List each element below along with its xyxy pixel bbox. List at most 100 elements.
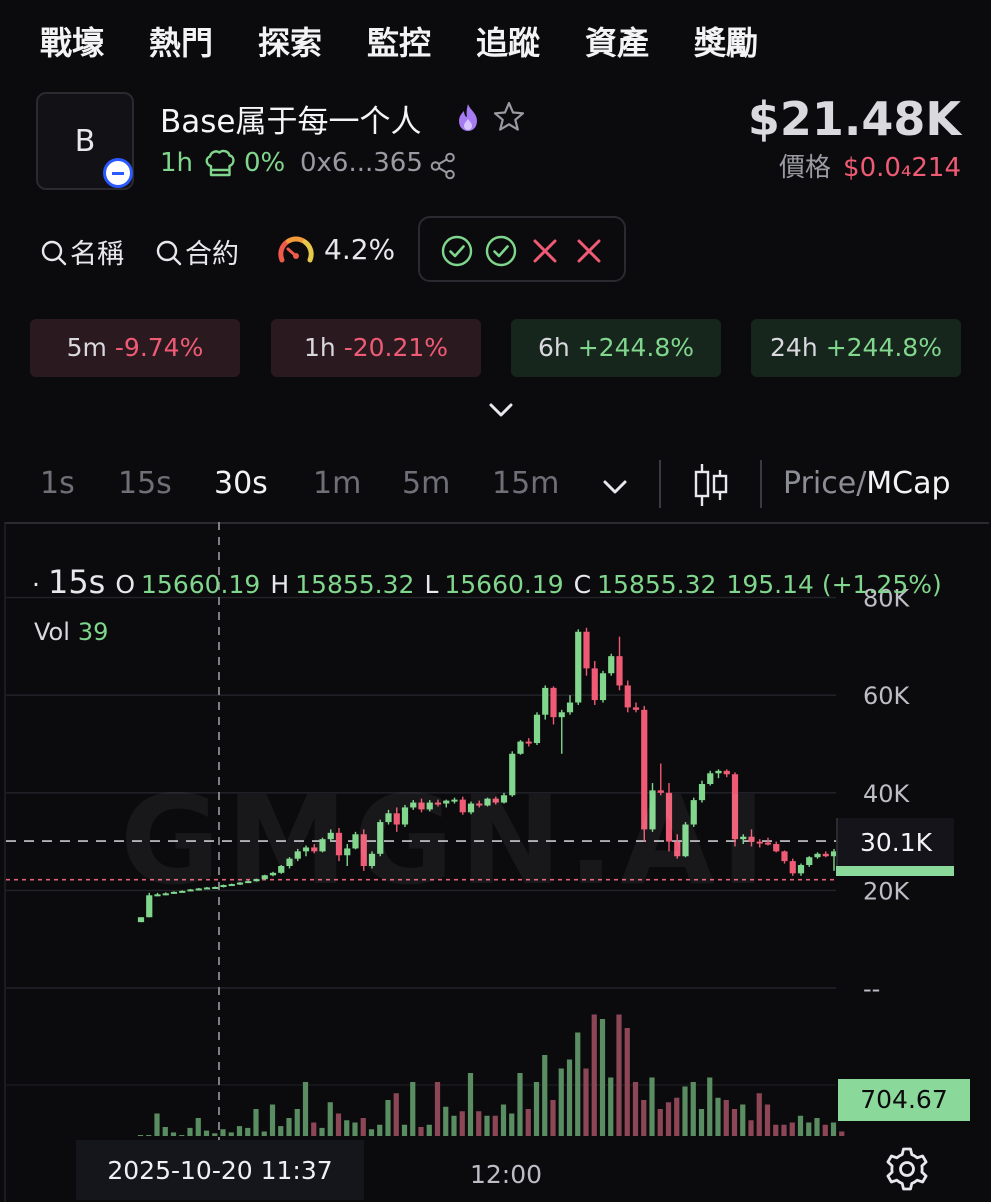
candle-body — [773, 844, 780, 852]
volume-bar — [550, 1100, 556, 1136]
volume-bar — [467, 1073, 474, 1136]
volume-bar — [797, 1115, 804, 1136]
volume-bar — [368, 1129, 375, 1136]
current-value-marker — [836, 866, 954, 876]
volume-label: Vol — [34, 618, 70, 646]
volume-bar — [146, 1135, 152, 1136]
volume-bar — [294, 1109, 300, 1136]
volume-bar — [236, 1126, 243, 1136]
candle-body — [789, 861, 796, 874]
candle-body — [822, 853, 829, 857]
volume-bar — [583, 1068, 589, 1136]
volume-bar — [195, 1118, 201, 1136]
volume-bar — [212, 1133, 218, 1136]
volume-bar — [525, 1109, 531, 1136]
candle-body — [806, 857, 813, 866]
volume-bar — [451, 1115, 457, 1136]
volume-bar — [410, 1082, 416, 1136]
volume-bar — [344, 1120, 350, 1136]
legend-l-label: L — [424, 570, 439, 599]
y-tick-label: 40K — [863, 780, 911, 808]
volume-bar — [814, 1118, 820, 1136]
volume-bar — [542, 1055, 548, 1136]
volume-bar — [839, 1131, 845, 1136]
volume-bar — [773, 1124, 779, 1136]
y-tick-label: 60K — [863, 682, 911, 710]
volume-bar — [162, 1127, 168, 1136]
volume-bar — [327, 1102, 333, 1136]
volume-bar — [393, 1093, 399, 1136]
volume-bar — [170, 1132, 177, 1136]
candle-body — [797, 865, 805, 874]
y-tick-label: -- — [863, 975, 880, 1003]
volume-bar — [517, 1073, 523, 1136]
legend-low: 15660.19 — [444, 570, 564, 599]
settings-gear-icon[interactable] — [884, 1146, 930, 1192]
candle-body — [583, 631, 590, 669]
volume-bar — [789, 1122, 795, 1136]
volume-bar — [665, 1102, 672, 1136]
legend-c-label: C — [573, 570, 592, 599]
volume-bar — [657, 1109, 663, 1136]
time-axis-label: 12:00 — [470, 1160, 543, 1189]
volume-tag: 704.67 — [838, 1079, 970, 1121]
volume-bar — [500, 1104, 507, 1136]
candle-body — [624, 685, 631, 708]
legend-close: 15855.32 — [597, 570, 717, 599]
y-tick-label: 20K — [863, 877, 911, 905]
current-value-tag: 30.1K — [836, 818, 954, 868]
volume-bar — [484, 1115, 490, 1136]
volume-bar — [385, 1100, 391, 1136]
candle-body — [533, 714, 541, 744]
candle-body — [599, 673, 607, 701]
volume-bar — [690, 1082, 696, 1136]
volume-bar — [459, 1111, 465, 1136]
candle-body — [591, 668, 598, 701]
volume-bar — [220, 1129, 226, 1136]
legend-high: 15855.32 — [295, 570, 415, 599]
volume-bar — [302, 1082, 309, 1136]
volume-bar — [624, 1028, 630, 1136]
candle-body — [608, 656, 615, 674]
volume-bar — [616, 1014, 622, 1136]
volume-bar — [632, 1082, 639, 1136]
candle-body — [566, 702, 574, 713]
volume-bar — [566, 1059, 573, 1136]
volume-bar — [781, 1124, 787, 1136]
candle-body — [632, 707, 640, 710]
volume-bar — [575, 1032, 581, 1136]
candle-body — [517, 741, 524, 754]
volume-bar — [137, 1135, 144, 1136]
volume-bar — [599, 1019, 606, 1136]
volume-bar — [187, 1127, 193, 1136]
volume-bar — [352, 1122, 358, 1136]
volume-bar — [335, 1113, 342, 1136]
candle-body — [781, 851, 788, 862]
volume-bar — [278, 1126, 284, 1136]
volume-bar — [426, 1124, 432, 1136]
volume-bar — [830, 1122, 837, 1136]
volume-bar — [401, 1124, 408, 1136]
volume-bar — [476, 1111, 482, 1136]
volume-bar — [641, 1100, 647, 1136]
volume-bar — [286, 1118, 292, 1136]
volume-bar — [269, 1104, 276, 1136]
volume-bar — [492, 1115, 498, 1136]
volume-bar — [608, 1077, 614, 1136]
volume-bar — [822, 1124, 828, 1136]
volume-bar — [748, 1120, 754, 1136]
volume-bar — [806, 1122, 812, 1136]
volume-bar — [228, 1132, 234, 1136]
crosshair-time-tag: 2025-10-20 11:37 — [76, 1140, 364, 1200]
volume-bar — [319, 1127, 325, 1136]
legend-open: 15660.19 — [141, 570, 261, 599]
candle-body — [558, 712, 565, 718]
volume-bar — [723, 1100, 729, 1136]
volume-bar — [154, 1113, 160, 1136]
volume-bar — [756, 1093, 762, 1136]
volume-bar — [245, 1127, 251, 1136]
volume-bar — [311, 1122, 317, 1136]
volume-bar — [682, 1086, 688, 1136]
volume-bar — [764, 1104, 771, 1136]
volume-bar — [253, 1109, 259, 1136]
